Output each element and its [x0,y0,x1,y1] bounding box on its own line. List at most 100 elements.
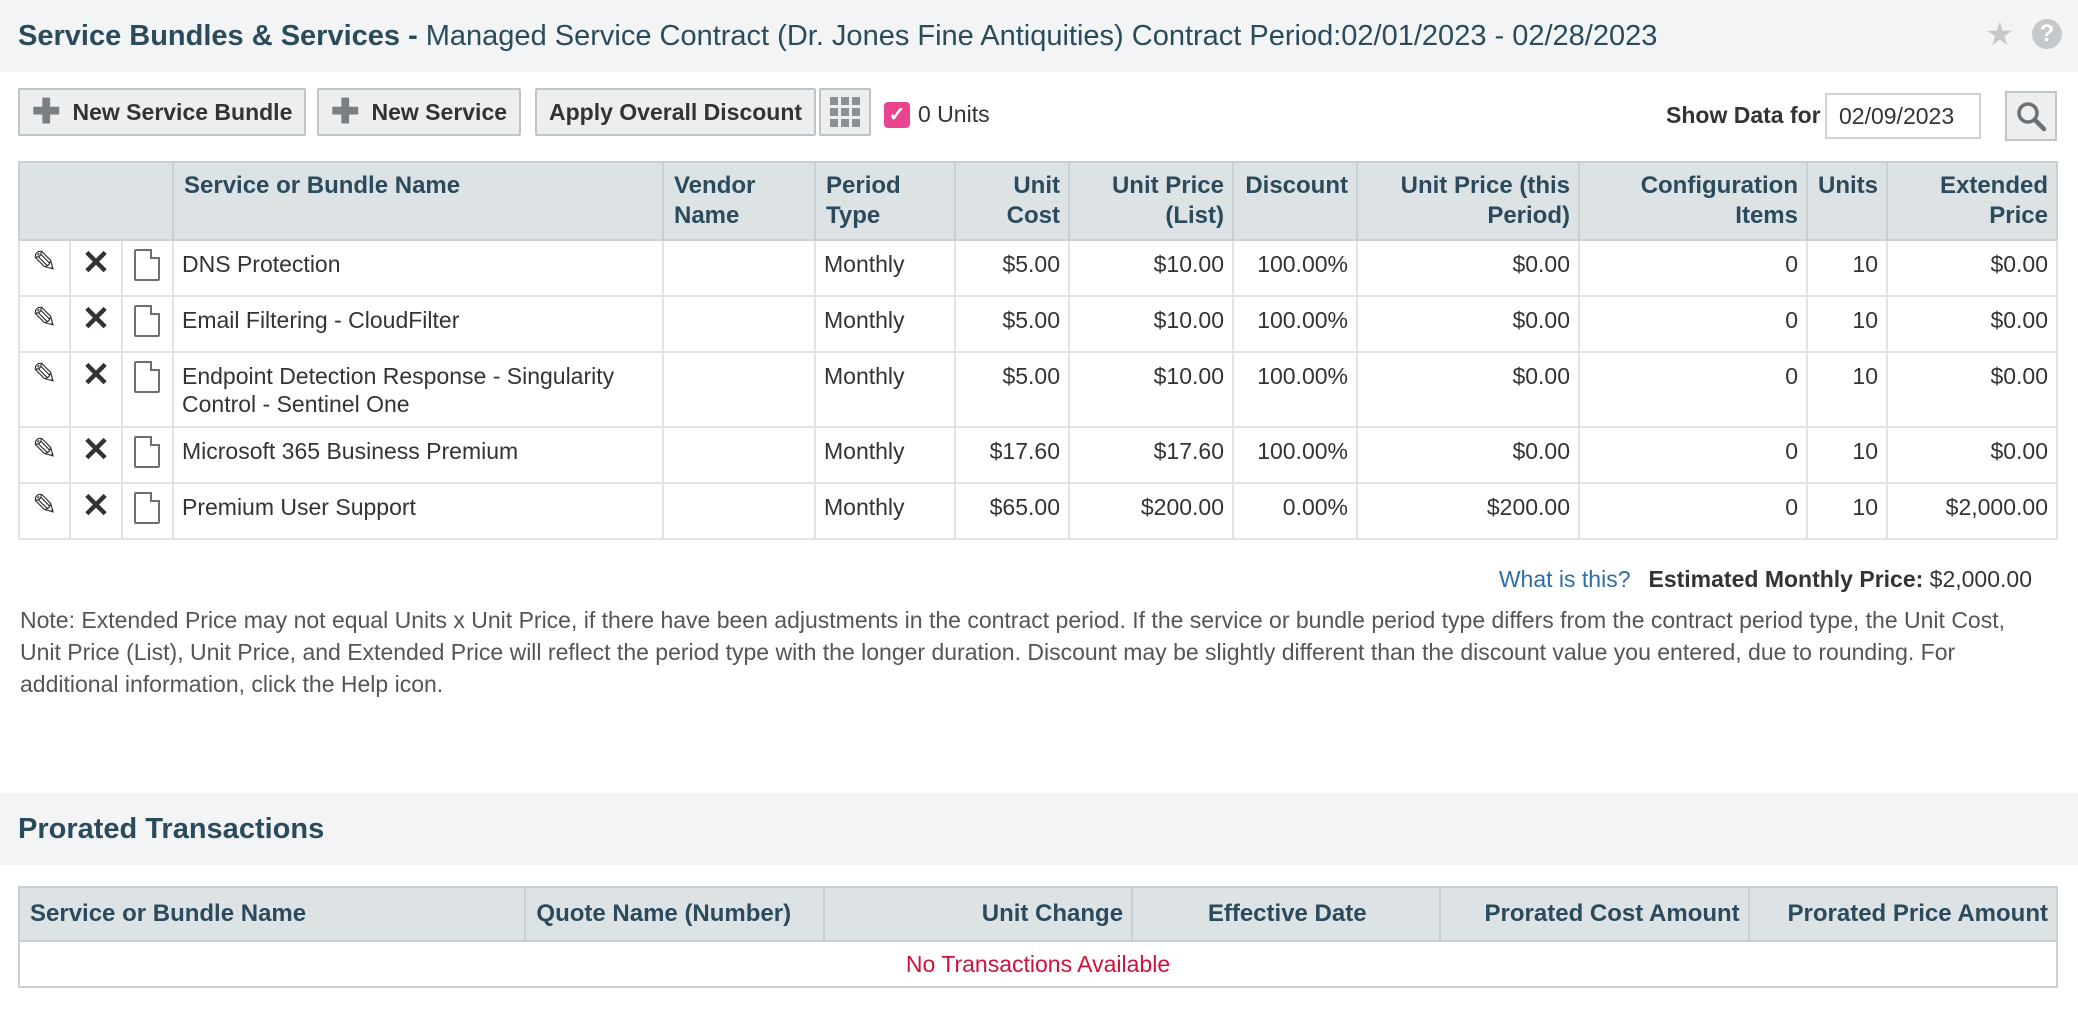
period-type: Monthly [814,239,956,297]
grid-icon [830,97,860,127]
unit-cost: $5.00 [954,351,1070,428]
service-name: Premium User Support [172,482,664,540]
configuration-items: 0 [1578,239,1808,297]
actions-header [18,161,174,241]
apply-overall-discount-button[interactable]: Apply Overall Discount [535,88,817,136]
period-type: Monthly [814,295,956,353]
prorated-transactions-table: Service or Bundle Name Quote Name (Numbe… [17,886,2059,988]
edit-icon[interactable]: ✎ [17,239,72,297]
no-transactions-message: No Transactions Available [18,940,2058,988]
extended-price: $0.00 [1886,295,2058,353]
unit-cost: $65.00 [954,482,1070,540]
table-row: ✎ ✕ Microsoft 365 Business Premium Month… [17,426,2058,484]
show-data-label: Show Data for [1666,102,1821,128]
extended-price: $0.00 [1886,239,2058,297]
estimated-monthly-price-label: Estimated Monthly Price: [1648,566,1924,592]
search-icon [2017,102,2047,132]
new-service-bundle-label: New Service Bundle [72,98,293,125]
edit-icon[interactable]: ✎ [17,482,72,540]
document-icon[interactable] [120,239,175,297]
unit-price-list: $200.00 [1068,482,1234,540]
table-header-row: Service or Bundle Name Vendor Name Perio… [18,161,2058,241]
table-row: ✎ ✕ Endpoint Detection Response - Singul… [17,351,2058,428]
unit-price-period: $0.00 [1356,426,1580,484]
service-name: Email Filtering - CloudFilter [172,295,664,353]
configuration-items: 0 [1578,482,1808,540]
discount: 100.00% [1232,351,1358,428]
column-chooser-button[interactable] [819,88,871,136]
delete-icon[interactable]: ✕ [69,426,123,484]
period-type: Monthly [814,426,956,484]
units: 10 [1806,295,1888,353]
col-extended-price[interactable]: Extended Price [1886,161,2058,241]
col-unit-change[interactable]: Unit Change [822,886,1134,942]
unit-price-list: $10.00 [1068,239,1234,297]
col-effective-date[interactable]: Effective Date [1131,886,1442,942]
document-icon[interactable] [120,295,175,353]
table-row: ✎ ✕ Email Filtering - CloudFilter Monthl… [17,295,2058,353]
unit-price-period: $0.00 [1356,295,1580,353]
document-icon[interactable] [120,351,175,428]
document-icon[interactable] [120,482,175,540]
star-icon[interactable]: ★ [1985,18,2014,50]
col-service-name[interactable]: Service or Bundle Name [17,886,527,942]
delete-icon[interactable]: ✕ [69,482,123,540]
delete-icon[interactable]: ✕ [69,295,123,353]
delete-icon[interactable]: ✕ [69,351,123,428]
discount: 100.00% [1232,295,1358,353]
units-toggle[interactable]: ✓ 0 Units [884,101,990,128]
service-name: Microsoft 365 Business Premium [172,426,664,484]
edit-icon[interactable]: ✎ [17,426,72,484]
delete-icon[interactable]: ✕ [69,239,123,297]
col-discount[interactable]: Discount [1232,161,1358,241]
help-icon[interactable]: ? [2032,19,2062,49]
prorated-section-title: Prorated Transactions [18,812,325,845]
unit-price-list: $10.00 [1068,351,1234,428]
discount: 0.00% [1232,482,1358,540]
plus-icon: ✚ [331,93,360,131]
col-period-type[interactable]: Period Type [814,161,956,241]
discount: 100.00% [1232,426,1358,484]
what-is-this-link[interactable]: What is this? [1499,566,1631,593]
edit-icon[interactable]: ✎ [17,295,72,353]
show-data-date-input[interactable] [1825,93,1981,139]
units-checkbox[interactable]: ✓ [884,101,910,128]
estimated-monthly-price-value: $2,000.00 [1929,566,2032,592]
edit-icon[interactable]: ✎ [17,351,72,428]
extended-price: $0.00 [1886,426,2058,484]
units: 10 [1806,426,1888,484]
col-units[interactable]: Units [1806,161,1888,241]
col-quote-name[interactable]: Quote Name (Number) [524,886,825,942]
unit-price-list: $17.60 [1068,426,1234,484]
col-prorated-cost[interactable]: Prorated Cost Amount [1439,886,1750,942]
col-configuration-items[interactable]: Configuration Items [1578,161,1808,241]
col-prorated-price[interactable]: Prorated Price Amount [1747,886,2059,942]
col-vendor-name[interactable]: Vendor Name [662,161,816,241]
document-icon[interactable] [120,426,175,484]
prorated-section-header: Prorated Transactions [0,793,2078,865]
extended-price: $2,000.00 [1886,482,2058,540]
new-service-button[interactable]: ✚ New Service [317,88,522,136]
col-service-name[interactable]: Service or Bundle Name [172,161,664,241]
table-row: ✎ ✕ DNS Protection Monthly $5.00 $10.00 … [17,239,2058,297]
units: 10 [1806,482,1888,540]
vendor-name [662,239,816,297]
configuration-items: 0 [1578,351,1808,428]
unit-price-period: $0.00 [1356,351,1580,428]
extended-price: $0.00 [1886,351,2058,428]
new-service-bundle-button[interactable]: ✚ New Service Bundle [18,88,307,136]
col-unit-price-list[interactable]: Unit Price (List) [1068,161,1234,241]
page-header: Service Bundles & Services - Managed Ser… [0,0,2078,72]
table-row: ✎ ✕ Premium User Support Monthly $65.00 … [17,482,2058,540]
pricing-note: Note: Extended Price may not equal Units… [20,607,2005,697]
table-header-row: Service or Bundle Name Quote Name (Numbe… [17,886,2059,942]
unit-price-period: $0.00 [1356,239,1580,297]
unit-cost: $17.60 [954,426,1070,484]
col-unit-price-period[interactable]: Unit Price (this Period) [1356,161,1580,241]
new-service-label: New Service [371,98,508,125]
col-unit-cost[interactable]: Unit Cost [954,161,1070,241]
unit-price-period: $200.00 [1356,482,1580,540]
empty-row: No Transactions Available [18,940,2058,988]
plus-icon: ✚ [32,93,61,131]
search-button[interactable] [2005,91,2057,141]
